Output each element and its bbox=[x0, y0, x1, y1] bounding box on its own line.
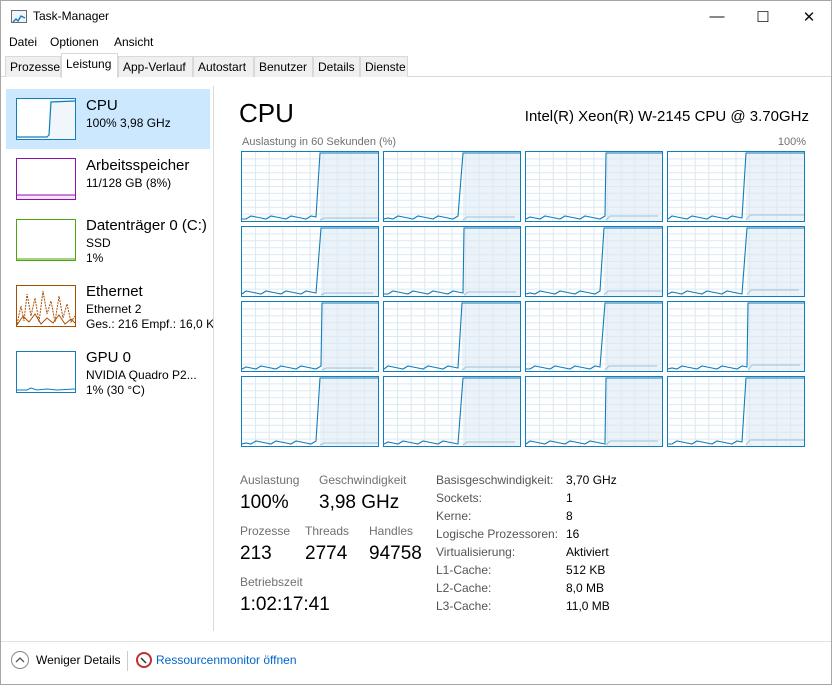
sidebar-item-label: CPU bbox=[86, 97, 118, 114]
processor-graph bbox=[241, 301, 379, 372]
info-label: Kerne: bbox=[436, 509, 472, 523]
processes-label: Prozesse bbox=[240, 524, 291, 538]
chart-axis-label: Auslastung in 60 Sekunden (%) bbox=[242, 136, 397, 148]
sidebar-item-label: Arbeitsspeicher bbox=[86, 157, 190, 174]
chevron-up-icon[interactable] bbox=[11, 651, 29, 669]
minimize-button[interactable]: — bbox=[694, 1, 740, 32]
info-value: 8 bbox=[566, 509, 573, 523]
memory-thumbnail-graph bbox=[16, 158, 76, 200]
info-value: 8,0 MB bbox=[566, 581, 605, 595]
threads-value: 2774 bbox=[305, 543, 348, 564]
info-value: Aktiviert bbox=[566, 545, 609, 559]
tab-details[interactable]: Details bbox=[313, 56, 360, 77]
sidebar-item-label: GPU 0 bbox=[86, 349, 132, 366]
sidebar-item-sub: 11/128 GB (8%) bbox=[86, 176, 172, 190]
menu-ansicht[interactable]: Ansicht bbox=[114, 35, 153, 49]
tab-leistung[interactable]: Leistung bbox=[61, 53, 118, 78]
disk-thumbnail-graph bbox=[16, 219, 76, 261]
processor-graph bbox=[383, 151, 521, 222]
sidebar-item-sub: NVIDIA Quadro P2... bbox=[86, 368, 197, 382]
footer-divider bbox=[1, 641, 831, 642]
info-label: Logische Prozessoren: bbox=[436, 527, 559, 541]
cpu-info-table: Basisgeschwindigkeit: 3,70 GHz Sockets: 1 Ke… bbox=[436, 473, 636, 618]
processes-value: 213 bbox=[240, 543, 272, 564]
processor-graph bbox=[667, 151, 805, 222]
cpu-thumbnail-graph bbox=[16, 98, 76, 140]
window-title: Task-Manager bbox=[33, 9, 110, 23]
tab-prozesse[interactable]: Prozesse bbox=[5, 56, 61, 77]
resource-monitor-icon bbox=[136, 652, 152, 668]
uptime-value: 1:02:17:41 bbox=[240, 594, 330, 615]
gpu-thumbnail-graph bbox=[16, 351, 76, 393]
footer-separator bbox=[127, 651, 128, 671]
processor-graph bbox=[667, 376, 805, 447]
logical-processor-graphs bbox=[241, 151, 809, 448]
sidebar-item-label: Datenträger 0 (C:) bbox=[86, 217, 207, 234]
sidebar-item-sub: 1% (30 °C) bbox=[86, 383, 145, 397]
info-label: L1-Cache: bbox=[436, 563, 492, 577]
threads-label: Threads bbox=[305, 524, 350, 538]
sidebar-item-sub: Ges.: 216 Empf.: 16,0 KB bbox=[86, 317, 214, 331]
handles-label: Handles bbox=[369, 524, 414, 538]
info-value: 1 bbox=[566, 491, 573, 505]
info-label: L3-Cache: bbox=[436, 599, 492, 613]
tab-benutzer[interactable]: Benutzer bbox=[254, 56, 313, 77]
info-value: 3,70 GHz bbox=[566, 473, 617, 487]
usage-value: 100% bbox=[240, 492, 289, 513]
info-value: 16 bbox=[566, 527, 580, 541]
panel-divider bbox=[213, 86, 214, 631]
processor-graph bbox=[667, 301, 805, 372]
handles-value: 94758 bbox=[369, 543, 422, 564]
task-manager-icon bbox=[11, 10, 27, 23]
tab-dienste[interactable]: Dienste bbox=[360, 56, 408, 77]
processor-graph bbox=[525, 376, 663, 447]
processor-graph bbox=[383, 376, 521, 447]
processor-graph bbox=[383, 301, 521, 372]
processor-graph bbox=[667, 226, 805, 297]
tab-app-verlauf[interactable]: App-Verlauf bbox=[118, 56, 193, 77]
processor-graph bbox=[525, 301, 663, 372]
close-button[interactable]: ✕ bbox=[786, 1, 832, 32]
info-value: 11,0 MB bbox=[566, 599, 610, 613]
maximize-icon: ☐ bbox=[756, 8, 770, 26]
resource-monitor-link[interactable]: Ressourcenmonitor öffnen bbox=[156, 653, 297, 667]
page-title: CPU bbox=[239, 98, 294, 128]
info-label: Virtualisierung: bbox=[436, 545, 516, 559]
sidebar-item-label: Ethernet bbox=[86, 283, 143, 300]
speed-label: Geschwindigkeit bbox=[319, 473, 407, 487]
info-label: Basisgeschwindigkeit: bbox=[436, 473, 554, 487]
info-label: L2-Cache: bbox=[436, 581, 492, 595]
menu-datei[interactable]: Datei bbox=[9, 35, 37, 49]
uptime-label: Betriebszeit bbox=[240, 575, 303, 589]
processor-graph bbox=[525, 151, 663, 222]
processor-graph bbox=[241, 376, 379, 447]
processor-graph bbox=[241, 151, 379, 222]
info-label: Sockets: bbox=[436, 491, 483, 505]
info-value: 512 KB bbox=[566, 563, 606, 577]
sidebar-item-sub: Ethernet 2 bbox=[86, 302, 142, 316]
sidebar-item-sub: 100% 3,98 GHz bbox=[86, 116, 171, 130]
cpu-model-name: Intel(R) Xeon(R) W-2145 CPU @ 3.70GHz bbox=[524, 108, 809, 125]
chart-max-label: 100% bbox=[777, 136, 806, 148]
maximize-button[interactable]: ☐ bbox=[740, 1, 786, 32]
menu-optionen[interactable]: Optionen bbox=[50, 35, 99, 49]
ethernet-thumbnail-graph bbox=[16, 285, 76, 327]
minimize-icon: — bbox=[709, 8, 725, 25]
usage-label: Auslastung bbox=[240, 473, 300, 487]
tab-autostart[interactable]: Autostart bbox=[193, 56, 254, 77]
sidebar-item-sub: SSD bbox=[86, 236, 111, 250]
sidebar-item-sub: 1% bbox=[86, 251, 104, 265]
processor-graph bbox=[383, 226, 521, 297]
close-icon: ✕ bbox=[802, 8, 816, 26]
processor-graph bbox=[525, 226, 663, 297]
speed-value: 3,98 GHz bbox=[319, 492, 400, 513]
fewer-details-link[interactable]: Weniger Details bbox=[36, 653, 120, 667]
processor-graph bbox=[241, 226, 379, 297]
